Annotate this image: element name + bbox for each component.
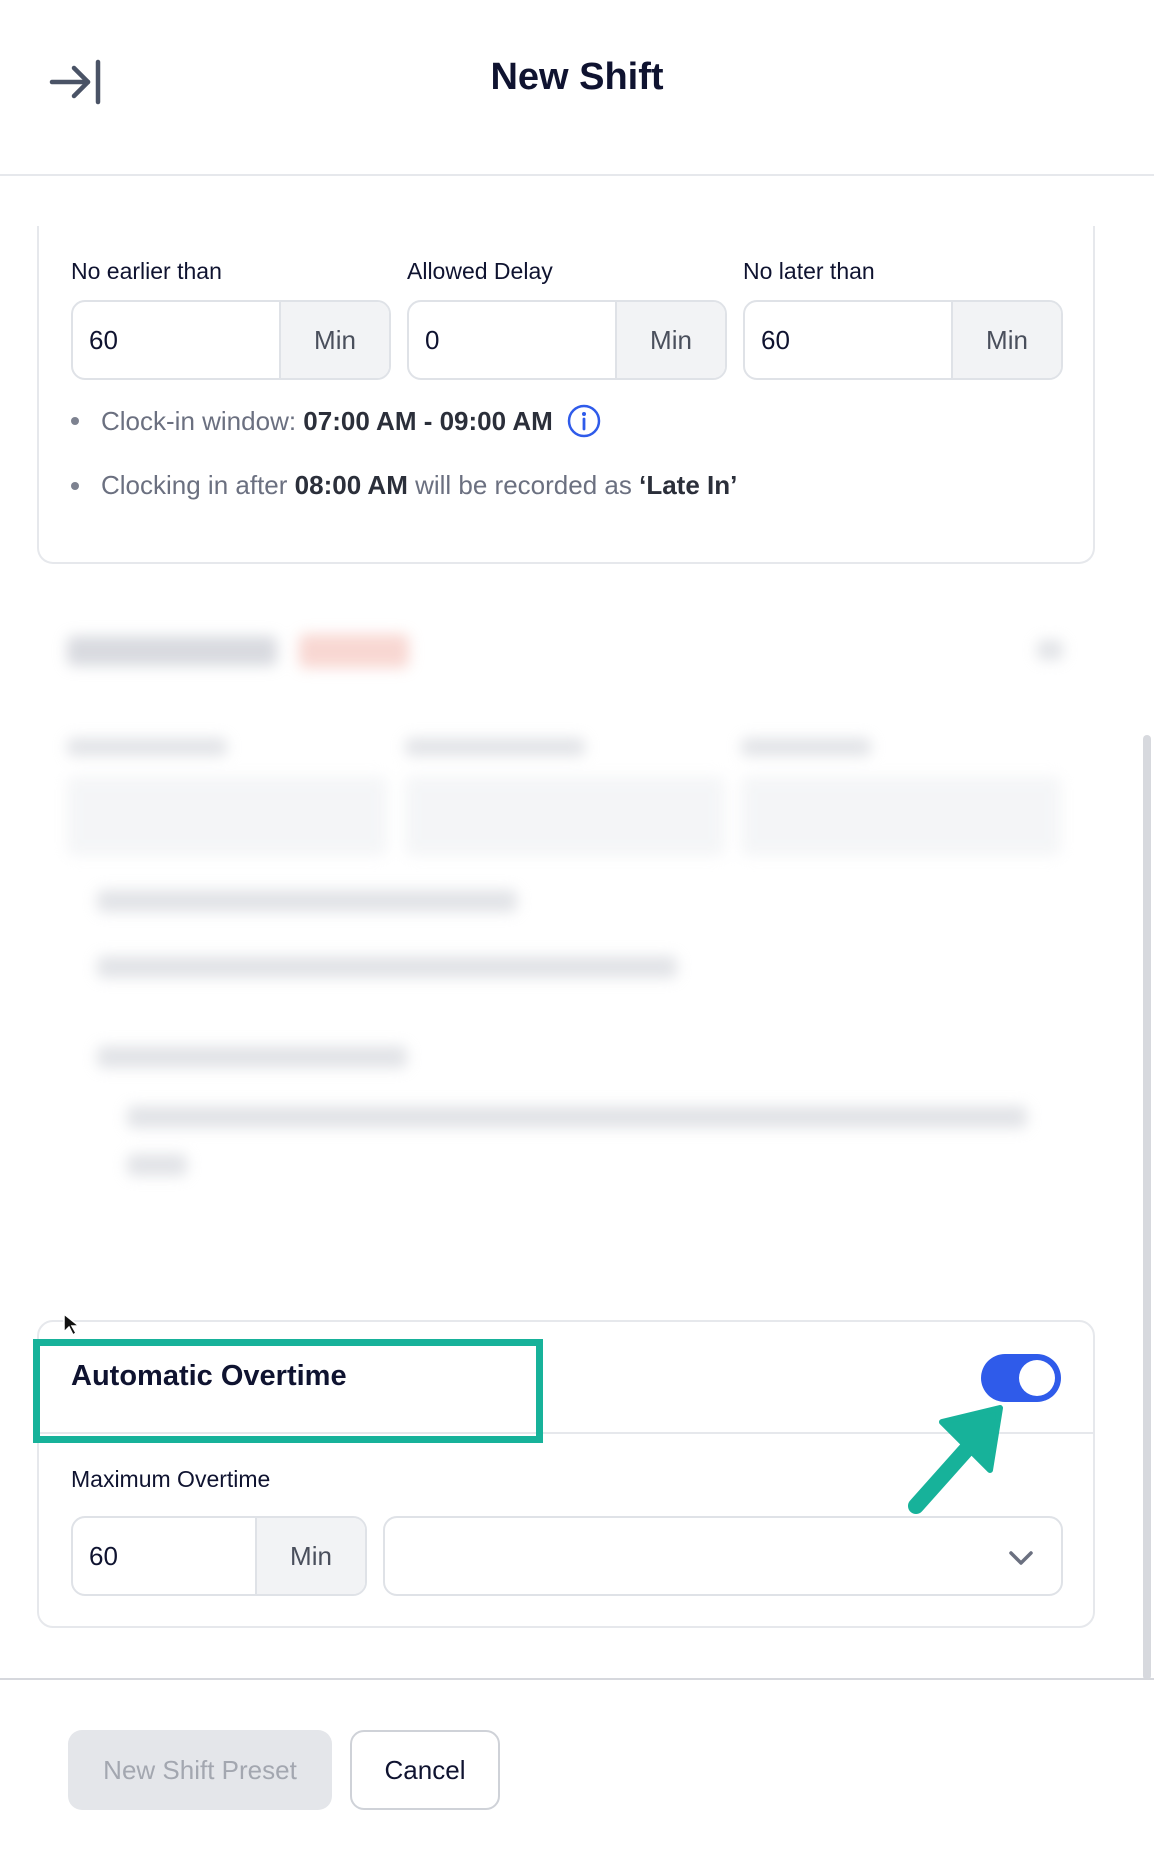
no-later-value[interactable]: 60 [745,302,951,378]
clock-in-card: No earlier than Allowed Delay No later t… [37,226,1095,564]
clock-in-window-note: Clock-in window: 07:00 AM - 09:00 AM [71,404,601,438]
bullet-dot [71,481,79,490]
annotation-highlight-box [33,1339,543,1443]
allowed-delay-value[interactable]: 0 [409,302,615,378]
annotation-arrow-icon [908,1405,1003,1514]
scrollbar-thumb[interactable] [1143,735,1151,1680]
allowed-delay-label: Allowed Delay [407,258,553,284]
late-prefix: Clocking in after [101,470,295,500]
form-footer: New Shift Preset Cancel [0,1678,1154,1856]
max-overtime-value[interactable]: 60 [73,1518,255,1594]
no-earlier-input[interactable]: 60 Min [71,300,391,380]
no-earlier-label: No earlier than [71,258,222,284]
allowed-delay-input[interactable]: 0 Min [407,300,727,380]
info-icon[interactable] [567,404,601,438]
overtime-select[interactable] [383,1516,1063,1596]
new-shift-preset-button[interactable]: New Shift Preset [68,1730,332,1810]
late-label: ‘Late In’ [639,470,738,500]
panel-header: New Shift [0,0,1154,176]
no-earlier-value[interactable]: 60 [73,302,279,378]
no-earlier-unit: Min [279,302,389,378]
bullet-dot [71,417,79,425]
late-middle: will be recorded as [407,470,640,500]
window-prefix: Clock-in window: [101,405,304,436]
mouse-cursor-icon [63,1312,82,1336]
late-time: 08:00 AM [294,470,408,500]
blurred-section [37,590,1095,1280]
allowed-delay-unit: Min [615,302,725,378]
max-overtime-label: Maximum Overtime [71,1466,271,1492]
max-overtime-unit: Min [255,1518,365,1594]
chevron-down-icon [1009,1551,1033,1565]
late-in-note: Clocking in after 08:00 AM will be recor… [71,470,737,501]
window-value: 07:00 AM - 09:00 AM [303,405,553,436]
no-later-label: No later than [743,258,875,284]
page-title: New Shift [490,56,664,98]
no-later-input[interactable]: 60 Min [743,300,1063,380]
max-overtime-input[interactable]: 60 Min [71,1516,367,1596]
cancel-button[interactable]: Cancel [350,1730,500,1810]
no-later-unit: Min [951,302,1061,378]
